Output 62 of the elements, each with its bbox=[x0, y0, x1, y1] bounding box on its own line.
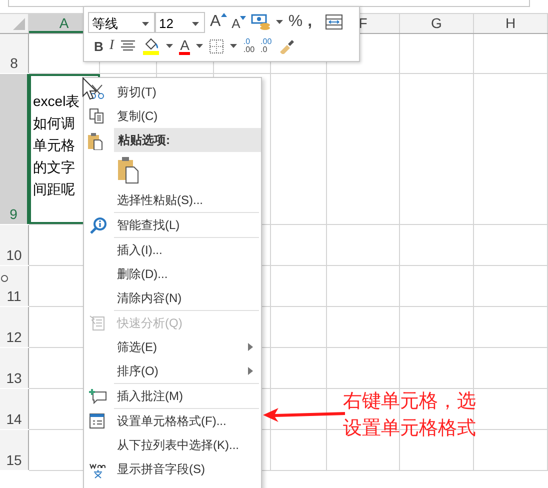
comment-icon bbox=[89, 388, 107, 404]
column-header[interactable]: H bbox=[474, 14, 548, 33]
borders-icon[interactable] bbox=[209, 38, 224, 54]
table-icon[interactable] bbox=[324, 14, 343, 30]
caret-icon[interactable] bbox=[196, 44, 204, 48]
paste-option-icon[interactable] bbox=[117, 156, 139, 184]
row-header[interactable]: 14 bbox=[0, 389, 29, 429]
row-header[interactable]: 11 bbox=[0, 266, 29, 306]
menu-item[interactable]: 清除内容(N) bbox=[84, 286, 261, 310]
cell-text: 的文字 bbox=[33, 158, 75, 177]
submenu-arrow-icon bbox=[248, 343, 253, 351]
menu-item[interactable]: 从下拉列表中选择(K)... bbox=[84, 433, 261, 457]
pinyin-icon bbox=[89, 461, 107, 479]
menu-item[interactable]: 设置单元格格式(F)... bbox=[84, 409, 261, 433]
comma-button[interactable]: , bbox=[308, 13, 320, 31]
caret-icon[interactable] bbox=[166, 44, 174, 48]
increase-font-size-button[interactable]: A bbox=[210, 13, 227, 31]
caret-icon[interactable] bbox=[276, 20, 284, 24]
column-header[interactable]: G bbox=[400, 14, 474, 33]
caret-icon bbox=[192, 22, 199, 26]
format-cells-icon bbox=[89, 413, 105, 429]
increase-decimal-button[interactable]: .0 .00 bbox=[243, 38, 255, 54]
font-name-dropdown[interactable]: 等线 bbox=[88, 12, 155, 32]
search-icon bbox=[89, 217, 107, 235]
up-triangle-icon bbox=[220, 13, 227, 17]
row-header[interactable]: 15 bbox=[0, 430, 29, 470]
italic-button[interactable]: I bbox=[109, 38, 114, 54]
menu-item[interactable]: 插入(I)... bbox=[84, 238, 261, 262]
menu-item[interactable]: 显示拼音字段(S) bbox=[84, 457, 261, 481]
triangle-icon bbox=[13, 18, 25, 30]
down-triangle-icon bbox=[240, 16, 246, 20]
bold-button[interactable]: B bbox=[94, 38, 104, 54]
align-center-icon[interactable] bbox=[120, 40, 136, 52]
clipboard-icon bbox=[87, 132, 103, 150]
row-header[interactable]: 9 bbox=[0, 74, 29, 224]
cell-text: 间距呢 bbox=[33, 180, 75, 199]
row-header[interactable]: 10 bbox=[0, 225, 29, 265]
submenu-arrow-icon bbox=[248, 367, 253, 375]
row-header[interactable]: 12 bbox=[0, 307, 29, 347]
quick-analysis-icon bbox=[89, 315, 105, 331]
money-icon[interactable] bbox=[251, 14, 272, 30]
menu-item[interactable]: 插入批注(M) bbox=[84, 384, 261, 408]
fill-color-icon[interactable] bbox=[142, 37, 160, 55]
decrease-decimal-button[interactable]: .00 .0 bbox=[260, 38, 272, 54]
copy-icon bbox=[89, 108, 105, 124]
font-color-button[interactable]: A bbox=[179, 38, 190, 54]
annotation-text: 右键单元格，选 设置单元格格式 bbox=[343, 390, 476, 441]
caret-icon bbox=[142, 22, 149, 26]
cell-text: 单元格 bbox=[33, 136, 75, 155]
caret-icon[interactable] bbox=[230, 44, 238, 48]
font-size-dropdown[interactable]: 12 bbox=[155, 12, 205, 32]
menu-item[interactable]: 排序(O) bbox=[84, 359, 261, 383]
format-painter-icon[interactable] bbox=[278, 38, 296, 54]
cell-text: excel表 bbox=[33, 92, 80, 111]
percent-button[interactable]: % bbox=[288, 13, 303, 31]
scissors-icon bbox=[89, 84, 105, 100]
menu-item[interactable]: 筛选(E) bbox=[84, 335, 261, 359]
decrease-font-size-button[interactable]: A bbox=[232, 16, 246, 31]
menu-item[interactable]: 删除(D)... bbox=[84, 262, 261, 286]
cell-text: 如何调 bbox=[33, 114, 75, 133]
row-header[interactable]: 8 bbox=[0, 34, 29, 73]
row-header[interactable]: 13 bbox=[0, 348, 29, 388]
